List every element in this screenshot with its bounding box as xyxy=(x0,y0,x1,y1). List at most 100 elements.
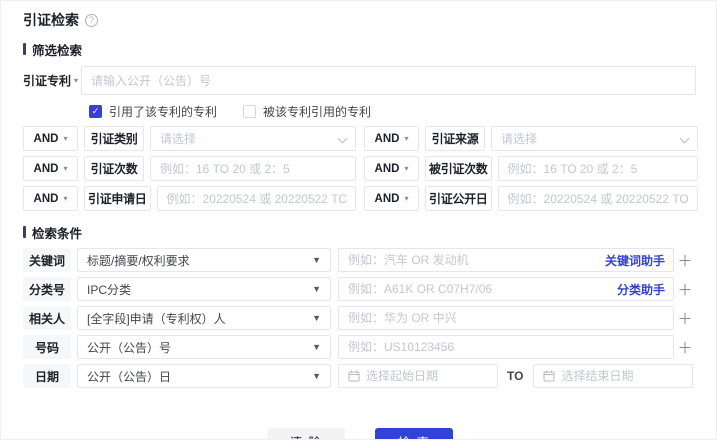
operator-select[interactable]: AND ▾ xyxy=(364,126,419,151)
to-label: TO xyxy=(507,369,524,383)
citation-pub-date-input[interactable] xyxy=(507,191,688,206)
keyword-input[interactable] xyxy=(348,253,593,267)
citation-direction-checkboxes: ✓ 引用了该专利的专利 被该专利引用的专利 xyxy=(89,104,696,119)
field-label: 引证来源 xyxy=(425,126,485,151)
checkbox-cited-label: 被该专利引用的专利 xyxy=(263,105,372,119)
start-date-picker[interactable] xyxy=(338,364,498,388)
caret-down-icon: ▾ xyxy=(63,193,68,203)
caret-down-icon: ▾ xyxy=(404,163,409,173)
row-label: 分类号 xyxy=(23,277,71,301)
caret-down-icon: ▾ xyxy=(404,193,409,203)
date-range-wrap: TO xyxy=(338,364,696,388)
citation-count-input[interactable] xyxy=(160,161,346,176)
citation-app-date-input[interactable] xyxy=(166,191,346,206)
related-person-input[interactable] xyxy=(348,311,664,325)
citation-app-date-field xyxy=(156,186,356,211)
row-label: 关键词 xyxy=(23,248,71,272)
field-label: 引证申请日 xyxy=(84,186,151,211)
checkbox-citing-label: 引用了该专利的专利 xyxy=(109,105,218,119)
citation-type-select[interactable]: 请选择 xyxy=(150,126,356,151)
caret-down-icon: ▾ xyxy=(63,133,68,143)
operator-select[interactable]: AND ▾ xyxy=(23,156,78,181)
filter-row-citation-pub-date: AND ▾ 引证公开日 xyxy=(364,186,698,211)
operator-select[interactable]: AND ▾ xyxy=(23,186,78,211)
filter-section-title: 筛选检索 xyxy=(32,43,83,58)
filter-section-header: 筛选检索 xyxy=(23,41,696,58)
checkbox-unchecked-icon[interactable] xyxy=(243,105,257,118)
end-date-input[interactable] xyxy=(561,369,684,383)
field-label: 引证类别 xyxy=(84,126,144,151)
condition-row-number: 号码 公开（公告）号 ▼ ＋ xyxy=(23,335,696,359)
filter-grid: AND ▾ 引证类别 请选择 AND ▾ 引证来源 请选择 AND ▾ 引证次数… xyxy=(23,126,698,211)
condition-row-classification: 分类号 IPC分类 ▼ 分类助手 ＋ xyxy=(23,277,696,301)
filter-row-citation-app-date: AND ▾ 引证申请日 xyxy=(23,186,356,211)
date-field-select[interactable]: 公开（公告）日 ▼ xyxy=(77,364,331,388)
select-placeholder: 请选择 xyxy=(501,132,538,146)
classification-input-wrap: 分类助手 xyxy=(338,277,674,301)
citation-search-panel: 引证检索 ? 筛选检索 引证专利 ▾ ✓ 引用了该专利的专利 被该专利引用的专利 xyxy=(0,0,717,440)
action-buttons: 清除 检索 xyxy=(23,428,696,439)
operator-select[interactable]: AND ▾ xyxy=(364,156,419,181)
operator-label: AND xyxy=(374,192,400,205)
keyword-assistant-link[interactable]: 关键词助手 xyxy=(605,248,665,272)
section-bar xyxy=(23,226,26,238)
operator-label: AND xyxy=(374,162,400,175)
classification-input[interactable] xyxy=(348,282,593,296)
select-value: [全字段]申请（专利权）人 xyxy=(87,311,226,326)
operator-label: AND xyxy=(33,132,59,145)
operator-label: AND xyxy=(374,132,400,145)
end-date-picker[interactable] xyxy=(533,364,694,388)
citation-source-select[interactable]: 请选择 xyxy=(491,126,698,151)
condition-row-date: 日期 公开（公告）日 ▼ 选择起始日期 TO 选择结束日期 xyxy=(23,364,696,388)
keyword-field-select[interactable]: 标题/摘要/权利要求 ▼ xyxy=(77,248,331,272)
clear-button[interactable]: 清除 xyxy=(266,428,345,439)
row-label: 相关人 xyxy=(23,306,71,330)
cited-patent-label: 引证专利 xyxy=(23,74,72,88)
classification-field-select[interactable]: IPC分类 ▼ xyxy=(77,277,331,301)
help-icon[interactable]: ? xyxy=(85,13,98,27)
cited-patent-input-box xyxy=(81,66,696,95)
operator-select[interactable]: AND ▾ xyxy=(364,186,419,211)
select-caret-icon: ▼ xyxy=(312,283,321,294)
number-input[interactable] xyxy=(348,340,664,354)
related-person-input-wrap xyxy=(338,306,674,330)
select-value: 公开（公告）日 xyxy=(87,369,172,384)
page-title: 引证检索 xyxy=(23,12,79,28)
select-caret-icon: ▼ xyxy=(312,341,321,352)
select-value: 标题/摘要/权利要求 xyxy=(87,253,190,268)
cited-patent-input[interactable] xyxy=(91,73,686,88)
checkbox-cited[interactable]: 被该专利引用的专利 xyxy=(243,103,371,120)
field-label: 被引证次数 xyxy=(425,156,492,181)
citation-count-field xyxy=(150,156,356,181)
row-label: 日期 xyxy=(23,364,71,388)
page-header: 引证检索 ? xyxy=(23,9,696,31)
select-value: IPC分类 xyxy=(87,282,132,297)
select-caret-icon: ▼ xyxy=(312,254,321,265)
add-row-icon[interactable]: ＋ xyxy=(674,277,696,301)
search-button[interactable]: 检索 xyxy=(374,428,453,439)
calendar-icon xyxy=(543,370,555,382)
add-row-icon[interactable]: ＋ xyxy=(674,306,696,330)
filter-row-citation-count: AND ▾ 引证次数 xyxy=(23,156,356,181)
filter-row-citation-type: AND ▾ 引证类别 请选择 xyxy=(23,126,356,151)
field-label: 引证次数 xyxy=(84,156,144,181)
operator-label: AND xyxy=(33,162,59,175)
filter-row-cited-count: AND ▾ 被引证次数 xyxy=(364,156,698,181)
condition-row-related-person: 相关人 [全字段]申请（专利权）人 ▼ ＋ xyxy=(23,306,696,330)
select-placeholder: 请选择 xyxy=(160,132,197,146)
cited-patent-field-select[interactable]: 引证专利 ▾ xyxy=(23,72,81,89)
start-date-input[interactable] xyxy=(366,369,488,383)
keyword-input-wrap: 关键词助手 xyxy=(338,248,674,272)
number-input-wrap xyxy=(338,335,674,359)
checkbox-citing[interactable]: ✓ 引用了该专利的专利 xyxy=(89,103,217,120)
caret-down-icon: ▾ xyxy=(63,163,68,173)
add-row-icon[interactable]: ＋ xyxy=(674,248,696,272)
classification-assistant-link[interactable]: 分类助手 xyxy=(617,277,665,301)
citation-pub-date-field xyxy=(497,186,698,211)
number-field-select[interactable]: 公开（公告）号 ▼ xyxy=(77,335,331,359)
operator-select[interactable]: AND ▾ xyxy=(23,126,78,151)
checkbox-checked-icon[interactable]: ✓ xyxy=(89,105,102,118)
related-person-field-select[interactable]: [全字段]申请（专利权）人 ▼ xyxy=(77,306,331,330)
add-row-icon[interactable]: ＋ xyxy=(674,335,696,359)
cited-count-input[interactable] xyxy=(507,161,688,176)
